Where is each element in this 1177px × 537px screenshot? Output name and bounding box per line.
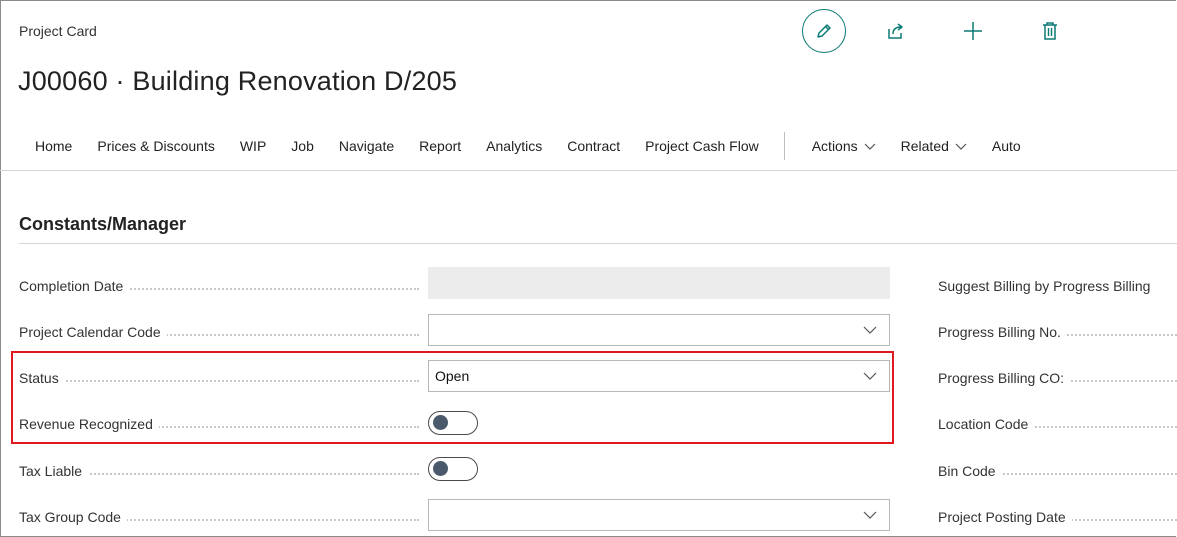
chevron-down-icon [863,511,877,519]
nav-wip[interactable]: WIP [240,138,266,154]
menu-related[interactable]: Related [901,138,967,154]
tax-group-code-label: Tax Group Code [19,509,419,525]
chevron-down-icon [864,143,876,151]
share-icon [888,23,903,39]
nav-prices-discounts[interactable]: Prices & Discounts [97,138,214,154]
project-calendar-code-label: Project Calendar Code [19,324,419,340]
nav-home[interactable]: Home [35,138,72,154]
bin-code-label: Bin Code [938,463,1177,479]
progress-billing-co-label: Progress Billing CO: [938,370,1177,386]
nav-project-cash-flow[interactable]: Project Cash Flow [645,138,759,154]
nav-job[interactable]: Job [291,138,314,154]
chevron-down-icon [955,143,967,151]
menu-automate[interactable]: Auto [992,138,1021,154]
menu-actions[interactable]: Actions [812,138,876,154]
tax-group-code-select[interactable] [428,499,890,531]
new-button[interactable] [962,20,984,42]
completion-date-field [428,267,890,299]
location-code-label: Location Code [938,416,1177,432]
edit-button[interactable] [802,9,846,53]
tax-liable-label: Tax Liable [19,463,419,479]
plus-icon [964,22,982,40]
nav-navigate[interactable]: Navigate [339,138,394,154]
section-divider [19,243,1177,244]
page-title: J00060 · Building Renovation D/205 [18,66,458,96]
section-title: Constants/Manager [19,214,187,234]
share-button[interactable] [885,20,907,42]
nav-report[interactable]: Report [419,138,461,154]
progress-billing-no-label: Progress Billing No. [938,324,1177,340]
page-caption: Project Card [19,23,97,39]
completion-date-label: Completion Date [19,278,419,294]
suggest-billing-label: Suggest Billing by Progress Billing [938,278,1177,294]
project-posting-date-label: Project Posting Date [938,509,1177,525]
trash-icon [1043,22,1057,40]
nav-analytics[interactable]: Analytics [486,138,542,154]
nav-contract[interactable]: Contract [567,138,620,154]
nav-separator [783,132,785,160]
action-menu-bar: Home Prices & Discounts WIP Job Navigate… [0,124,1177,171]
delete-button[interactable] [1039,20,1061,42]
pencil-icon [817,24,831,38]
chevron-down-icon [863,326,877,334]
tax-liable-toggle[interactable] [428,457,478,481]
project-calendar-code-select[interactable] [428,314,890,346]
toggle-knob [433,461,448,476]
